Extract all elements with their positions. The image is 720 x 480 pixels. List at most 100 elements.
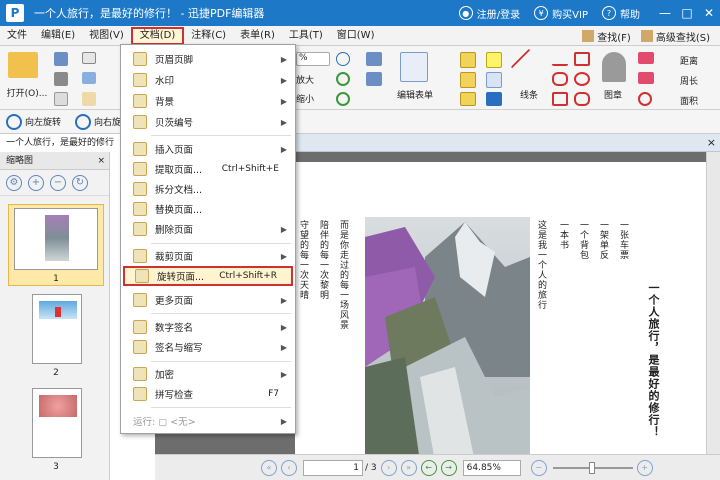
panel-close-icon[interactable]: × (97, 152, 105, 170)
login-button[interactable]: ● 注册/登录 (458, 6, 520, 21)
page-icon[interactable] (54, 92, 68, 106)
pentagon-icon[interactable] (574, 52, 590, 66)
menu-view[interactable]: 视图(V) (82, 27, 131, 45)
rotate-icon[interactable] (336, 72, 350, 86)
menu-delete-pages[interactable]: 删除页面 ▶ (123, 219, 293, 239)
maximize-button[interactable]: □ (676, 0, 698, 26)
menu-edit[interactable]: 编辑(E) (34, 27, 82, 45)
stamp-label[interactable]: 图章 (604, 88, 622, 101)
edit-form-icon[interactable] (400, 52, 428, 82)
open-folder-icon[interactable] (8, 52, 38, 78)
arrow-icon[interactable] (552, 52, 568, 66)
menu-more-pages[interactable]: 更多页面 ▶ (123, 290, 293, 310)
options-icon[interactable]: ⚙ (6, 174, 22, 191)
thumbnail-1-image (45, 215, 69, 261)
enlarge-label[interactable]: 放大 (296, 73, 314, 86)
note-icon[interactable] (486, 52, 502, 68)
close-all-tabs-icon[interactable]: × (707, 134, 716, 152)
menu-file[interactable]: 文件 (0, 27, 34, 45)
rotate-left-button[interactable]: 向左旋转 (6, 113, 61, 130)
menu-rotate-pages[interactable]: 旋转页面... Ctrl+Shift+R (123, 266, 293, 286)
zoom-slider[interactable] (552, 461, 633, 474)
zoom-in-status-icon[interactable]: + (636, 459, 653, 476)
save-icon[interactable] (54, 52, 68, 66)
add-text-icon[interactable] (366, 52, 382, 66)
stamp-icon[interactable] (602, 52, 626, 82)
zoom-select[interactable]: % (296, 52, 330, 66)
vip-button[interactable]: ¥ 购买VIP (534, 6, 588, 21)
text-field-icon[interactable] (460, 52, 476, 68)
zoom-level-input[interactable]: 64.85% (462, 459, 521, 476)
perimeter-label[interactable]: 周长 (680, 74, 698, 87)
vertical-scrollbar[interactable] (706, 152, 720, 454)
line-tool-icon[interactable] (510, 48, 548, 86)
attach-icon[interactable] (486, 72, 502, 88)
thumbnail-page-1[interactable] (14, 208, 98, 270)
menu-digital-signature[interactable]: 数字签名 ▶ (123, 317, 293, 337)
menu-tools[interactable]: 工具(T) (282, 27, 330, 45)
lines-label[interactable]: 线条 (520, 88, 538, 101)
menu-crop-pages[interactable]: 裁剪页面 ▶ (123, 246, 293, 266)
print-icon[interactable] (54, 72, 68, 86)
menu-document[interactable]: 文档(D) (130, 26, 185, 45)
menu-bates-numbering[interactable]: 贝茨编号 ▶ (123, 112, 293, 132)
page-number-input[interactable]: 1 (303, 459, 363, 476)
panel-title: 缩略图 × (0, 152, 109, 170)
help-button[interactable]: ? 帮助 (602, 6, 640, 21)
back-icon[interactable]: ← (420, 459, 437, 476)
first-page-icon[interactable]: « (261, 459, 277, 476)
forward-icon[interactable]: → (440, 459, 457, 476)
rectangle-icon[interactable] (552, 92, 568, 106)
next-page-icon[interactable]: › (380, 459, 397, 476)
zoom-in-icon[interactable] (336, 52, 350, 66)
add-image-icon[interactable] (366, 72, 382, 86)
open-label[interactable]: 打开(O)... (4, 86, 50, 99)
polygon-icon[interactable] (552, 72, 568, 86)
page-total: / 3 (365, 462, 377, 473)
advanced-find-button[interactable]: 高级查找(S) (640, 29, 710, 44)
menu-watermark[interactable]: 水印 ▶ (123, 70, 293, 90)
area-label[interactable]: 面积 (680, 94, 698, 107)
menu-comment[interactable]: 注释(C) (184, 27, 233, 45)
thumbnail-page-3[interactable] (32, 388, 82, 458)
menu-window[interactable]: 窗口(W) (330, 27, 382, 45)
email-icon[interactable] (82, 52, 96, 64)
menu-header-footer[interactable]: 页眉页脚 ▶ (123, 49, 293, 69)
menu-form[interactable]: 表单(R) (233, 27, 282, 45)
close-button[interactable]: ✕ (698, 0, 720, 26)
pencil-icon[interactable] (638, 72, 654, 84)
menu-split-document[interactable]: 拆分文档... (123, 179, 293, 199)
menu-background[interactable]: 背景 ▶ (123, 91, 293, 111)
menu-extract-pages[interactable]: 提取页面... Ctrl+Shift+E (123, 159, 293, 179)
menu-insert-page[interactable]: 插入页面 ▶ (123, 139, 293, 159)
cloud-icon[interactable] (82, 72, 96, 84)
zoom-slider-thumb[interactable] (588, 461, 595, 474)
refresh-icon[interactable] (336, 92, 350, 106)
menu-encrypt[interactable]: 加密 ▶ (123, 364, 293, 384)
text-box-icon[interactable] (460, 72, 476, 88)
prev-page-icon[interactable]: ‹ (281, 459, 297, 476)
menu-spell-check[interactable]: 拼写检查 F7 (123, 384, 293, 404)
toolbar: 打开(O)... % 放大 缩小 编辑表单 线条 图章 距离 周长 面积 (0, 46, 720, 110)
zoom-in-thumb-icon[interactable]: + (28, 174, 44, 191)
zoom-out-thumb-icon[interactable]: − (50, 174, 66, 191)
find-button[interactable]: 查找(F) (582, 29, 631, 44)
zoom-out-icon[interactable]: − (530, 459, 547, 476)
eraser-icon[interactable] (638, 52, 654, 64)
oval-icon[interactable] (574, 72, 590, 86)
menu-signature-initials[interactable]: 签名与缩写 ▶ (123, 337, 293, 357)
minimize-button[interactable]: — (654, 0, 676, 26)
sound-icon[interactable] (486, 92, 502, 106)
no-entry-icon[interactable] (638, 92, 652, 106)
edit-form-label[interactable]: 编辑表单 (394, 88, 436, 101)
cloud-shape-icon[interactable] (574, 92, 590, 106)
thumbnail-page-2[interactable] (32, 294, 82, 364)
typewriter-icon[interactable] (460, 92, 476, 106)
shrink-label[interactable]: 缩小 (296, 92, 314, 105)
rotate-thumb-icon[interactable]: ↻ (72, 174, 88, 191)
hand-icon[interactable] (82, 92, 96, 106)
last-page-icon[interactable]: » (400, 459, 417, 476)
submenu-arrow-icon: ▶ (280, 96, 287, 106)
distance-label[interactable]: 距离 (680, 54, 698, 67)
menu-replace-pages[interactable]: 替换页面... (123, 199, 293, 219)
